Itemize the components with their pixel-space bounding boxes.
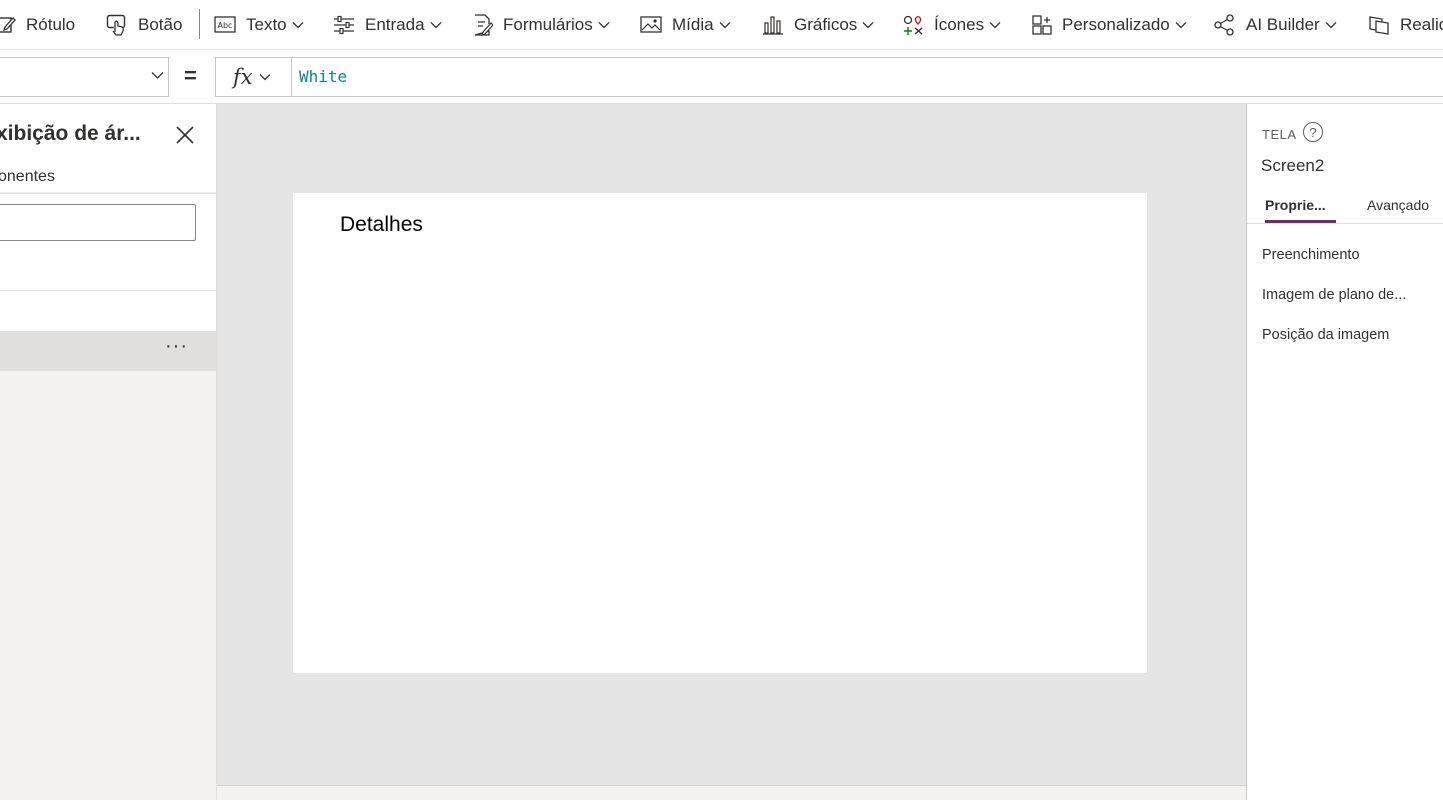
icons-shapes-icon — [903, 15, 923, 35]
control-type-label: TELA — [1262, 127, 1297, 142]
toolbar-item-text[interactable]: Abc Texto — [214, 0, 304, 49]
toolbar-item-forms-text: Formulários — [503, 15, 593, 34]
toolbar-item-input-text: Entrada — [365, 15, 425, 34]
input-sliders-icon — [334, 15, 354, 35]
toolbar-item-text-text: Texto — [246, 15, 287, 34]
toolbar-item-forms[interactable]: Formulários — [473, 0, 610, 49]
toolbar-item-ai-builder[interactable]: AI Builder — [1214, 0, 1337, 49]
status-bar — [217, 786, 1246, 800]
toolbar-item-custom-text: Personalizado — [1062, 15, 1170, 34]
chevron-down-icon — [1325, 22, 1337, 29]
ai-builder-icon — [1214, 14, 1234, 36]
chevron-down-icon — [719, 22, 731, 29]
edit-label-icon — [0, 17, 16, 33]
search-input[interactable] — [0, 204, 196, 241]
toolbar-item-mixed-reality[interactable]: Realid — [1368, 0, 1443, 49]
media-image-icon — [640, 16, 662, 33]
toolbar-separator — [199, 9, 200, 39]
text-abc-icon: Abc — [214, 16, 236, 33]
app-screen[interactable]: Detalhes — [293, 193, 1147, 673]
equals-sign: = — [184, 63, 197, 88]
toolbar-item-custom[interactable]: Personalizado — [1032, 0, 1187, 49]
property-image-position[interactable]: Posição da imagem — [1262, 327, 1389, 343]
control-name[interactable]: Screen2 — [1261, 156, 1324, 176]
property-fill[interactable]: Preenchimento — [1262, 247, 1360, 263]
chevron-down-icon — [862, 22, 874, 29]
mixed-reality-icon — [1369, 16, 1389, 35]
tree-item[interactable] — [0, 291, 216, 331]
panel-header: xibição de ár... onentes — [0, 104, 216, 192]
fx-button[interactable]: fx — [216, 58, 292, 96]
toolbar-item-ai-builder-text: AI Builder — [1246, 15, 1320, 34]
chevron-down-icon — [292, 22, 304, 29]
toolbar-item-charts-text: Gráficos — [794, 15, 858, 34]
form-edit-icon — [474, 14, 493, 36]
tab-advanced[interactable]: Avançado — [1367, 197, 1429, 213]
toolbar-item-button-text: Botão — [138, 15, 183, 34]
toolbar-item-mixed-reality-text: Realid — [1400, 15, 1443, 34]
properties-panel: TELA ? Screen2 Proprie... Avançado Preen… — [1246, 104, 1443, 800]
fx-icon: fx — [233, 65, 253, 89]
help-icon[interactable]: ? — [1303, 122, 1323, 142]
toolbar-item-charts[interactable]: Gráficos — [762, 0, 874, 49]
svg-text:Abc: Abc — [218, 21, 233, 30]
chevron-down-icon — [598, 22, 610, 29]
help-icon-glyph: ? — [1309, 124, 1317, 140]
design-canvas: Detalhes — [217, 104, 1246, 800]
chart-bar-icon — [763, 16, 783, 35]
formula-input[interactable]: fx White — [215, 57, 1443, 97]
toolbar-item-button[interactable]: Botão — [106, 0, 183, 49]
toolbar-item-media[interactable]: Mídia — [640, 0, 731, 49]
panel-title: xibição de ár... — [0, 122, 141, 145]
tree-item-selected[interactable]: ··· — [0, 331, 216, 371]
toolbar-item-icons[interactable]: Ícones — [902, 0, 1001, 49]
toolbar-item-label[interactable]: Rótulo — [0, 0, 76, 49]
custom-component-icon — [1032, 15, 1052, 35]
property-dropdown[interactable] — [0, 57, 169, 97]
formula-text[interactable]: White — [299, 67, 347, 86]
chevron-down-icon — [430, 22, 442, 29]
chevron-down-icon — [1175, 22, 1187, 29]
chevron-down-icon — [151, 72, 164, 79]
button-touch-icon — [106, 14, 126, 36]
close-icon[interactable] — [175, 125, 195, 145]
toolbar-item-input[interactable]: Entrada — [333, 0, 442, 49]
screen-label-detalhes[interactable]: Detalhes — [340, 213, 423, 237]
panel-tab-components[interactable]: onentes — [0, 168, 55, 186]
formula-bar: = fx White — [0, 50, 1443, 104]
toolbar-item-media-text: Mídia — [672, 15, 714, 34]
search-area — [0, 194, 216, 290]
property-background-image[interactable]: Imagem de plano de... — [1262, 287, 1406, 303]
properties-tabs: Proprie... Avançado — [1247, 188, 1443, 224]
insert-toolbar: Rótulo Botão Abc Texto Entrada Formulári… — [0, 0, 1443, 50]
tree-view-panel: xibição de ár... onentes ··· — [0, 104, 217, 800]
toolbar-item-label-text: Rótulo — [26, 15, 76, 34]
more-options-icon[interactable]: ··· — [165, 335, 188, 358]
active-tab-indicator — [1265, 220, 1336, 223]
toolbar-item-icons-text: Ícones — [934, 15, 985, 34]
chevron-down-icon — [989, 22, 1001, 29]
chevron-down-icon — [259, 74, 271, 81]
tab-properties[interactable]: Proprie... — [1265, 197, 1326, 213]
